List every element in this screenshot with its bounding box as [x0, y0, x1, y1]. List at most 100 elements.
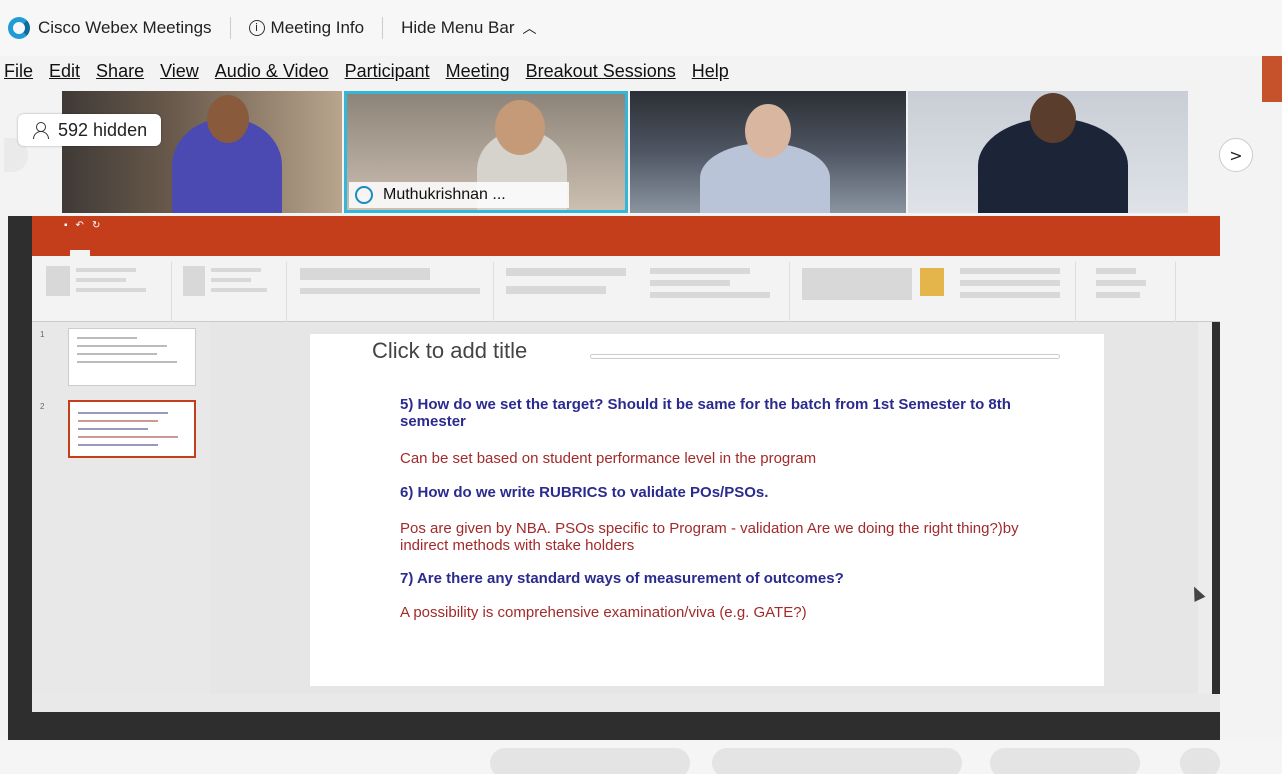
ribbon-item [960, 280, 1060, 286]
slide-thumbnail-selected[interactable] [68, 400, 196, 458]
slide-thumbnail[interactable] [68, 328, 196, 386]
participant-video-tile[interactable] [908, 91, 1188, 213]
ribbon-group [42, 262, 172, 322]
ribbon-item [1096, 292, 1140, 298]
slide-canvas: Click to add title 5) How do we set the … [210, 322, 1198, 694]
chevron-up-icon: ︿ [522, 21, 537, 37]
participant-name: Muthukrishnan ... [383, 186, 506, 203]
speaker-icon [355, 186, 373, 204]
thumbnail-line [77, 337, 137, 339]
question-5: 5) How do we set the target? Should it b… [400, 396, 1011, 430]
menu-meeting[interactable]: Meeting [446, 61, 510, 82]
webex-logo-icon [8, 17, 30, 39]
share-button[interactable] [990, 748, 1140, 774]
menu-share[interactable]: Share [96, 61, 144, 82]
ribbon-item [506, 286, 606, 294]
thumbnail-line [78, 428, 148, 430]
meeting-info-label: Meeting Info [270, 18, 365, 37]
shapes-gallery [802, 268, 912, 300]
hidden-participants-button[interactable]: 592 hidden [18, 114, 162, 146]
quick-access-toolbar: ▪ ↶ ↻ [64, 220, 100, 231]
participant-video-tile[interactable] [630, 91, 906, 213]
font-box [300, 268, 430, 280]
undo-icon: ↶ [75, 220, 84, 231]
thumbnail-line [78, 420, 158, 422]
ribbon-item [960, 292, 1060, 298]
thumbnail-line [77, 345, 167, 347]
participant-head [1030, 93, 1076, 143]
participant-video-tile[interactable] [62, 91, 342, 213]
ribbon-item [506, 268, 626, 276]
ribbon-group [1086, 262, 1176, 322]
paste-icon [46, 266, 70, 296]
side-panel-tab[interactable] [1262, 56, 1282, 102]
ribbon-item [211, 278, 251, 282]
slide-title-placeholder[interactable]: Click to add title [372, 338, 527, 364]
shared-screen: ▪ ↶ ↻ 1 2 Click to add title 5) How do w… [8, 216, 1220, 740]
menu-participant[interactable]: Participant [345, 61, 430, 82]
ribbon-item [300, 288, 480, 294]
ribbon-item [960, 268, 1060, 274]
menu-help[interactable]: Help [692, 61, 729, 82]
thumbnail-line [77, 361, 177, 363]
answer-6: Pos are given by NBA. PSOs specific to P… [400, 520, 1019, 554]
answer-7: A possibility is comprehensive examinati… [400, 604, 807, 621]
slide-thumbnail-pane: 1 2 [32, 322, 210, 694]
participant-name-label: Muthukrishnan ... [349, 182, 569, 208]
ribbon-group [500, 262, 790, 322]
person-icon [32, 122, 49, 139]
redo-icon: ↻ [91, 220, 101, 231]
slide-scrollbar[interactable] [1198, 322, 1212, 694]
menu-bar: File Edit Share View Audio & Video Parti… [0, 56, 1282, 86]
ribbon-item [76, 268, 136, 272]
slide[interactable]: Click to add title 5) How do we set the … [310, 334, 1104, 686]
menu-view[interactable]: View [160, 61, 199, 82]
save-icon: ▪ [64, 220, 68, 231]
new-slide-icon [183, 266, 205, 296]
participant-video-tile-active[interactable]: Muthukrishnan ... [344, 91, 628, 213]
ribbon-item [650, 292, 770, 298]
thumbnail-line [77, 353, 157, 355]
arrange-icon [920, 268, 944, 296]
ribbon-item [211, 288, 267, 292]
participant-head [495, 100, 545, 155]
menu-breakout-sessions[interactable]: Breakout Sessions [526, 61, 676, 82]
video-button[interactable] [712, 748, 962, 774]
ribbon-item [650, 280, 730, 286]
more-options-button[interactable] [1180, 748, 1220, 774]
divider [229, 17, 231, 39]
next-arrow-button[interactable]: > [1219, 138, 1253, 172]
thumbnail-line [78, 444, 158, 446]
hidden-count: 592 hidden [58, 119, 148, 140]
participant-head [745, 104, 791, 158]
meeting-info-button[interactable]: i Meeting Info [248, 18, 365, 38]
ppt-title-bar: ▪ ↶ ↻ [32, 216, 1220, 238]
ppt-ribbon-tabs [32, 238, 1220, 256]
ribbon-group [796, 262, 1076, 322]
ppt-status-bar [32, 694, 1220, 712]
ribbon-item [1096, 280, 1146, 286]
app-name: Cisco Webex Meetings [38, 18, 212, 37]
ribbon-group [177, 262, 287, 322]
info-icon: i [248, 20, 265, 36]
ribbon-item [76, 278, 126, 282]
thumbnail-line [78, 436, 178, 438]
hide-menu-bar-label: Hide Menu Bar [401, 18, 515, 37]
mute-button[interactable] [490, 748, 690, 774]
ribbon-item [1096, 268, 1136, 274]
participant-strip: Muthukrishnan ... 592 hidden > [0, 88, 1282, 216]
question-7: 7) Are there any standard ways of measur… [400, 570, 844, 587]
ppt-ribbon [32, 256, 1220, 322]
thumbnail-number: 1 [40, 330, 45, 339]
hide-menu-bar-button[interactable]: Hide Menu Bar ︿ [401, 18, 536, 38]
thumbnail-line [78, 412, 168, 414]
menu-file[interactable]: File [4, 61, 33, 82]
ribbon-item [211, 268, 261, 272]
menu-edit[interactable]: Edit [49, 61, 80, 82]
title-placeholder-box [590, 354, 1060, 359]
participant-head [207, 95, 249, 143]
menu-audio-video[interactable]: Audio & Video [215, 61, 329, 82]
thumbnail-number: 2 [40, 402, 45, 411]
question-6: 6) How do we write RUBRICS to validate P… [400, 484, 769, 501]
divider [382, 17, 384, 39]
